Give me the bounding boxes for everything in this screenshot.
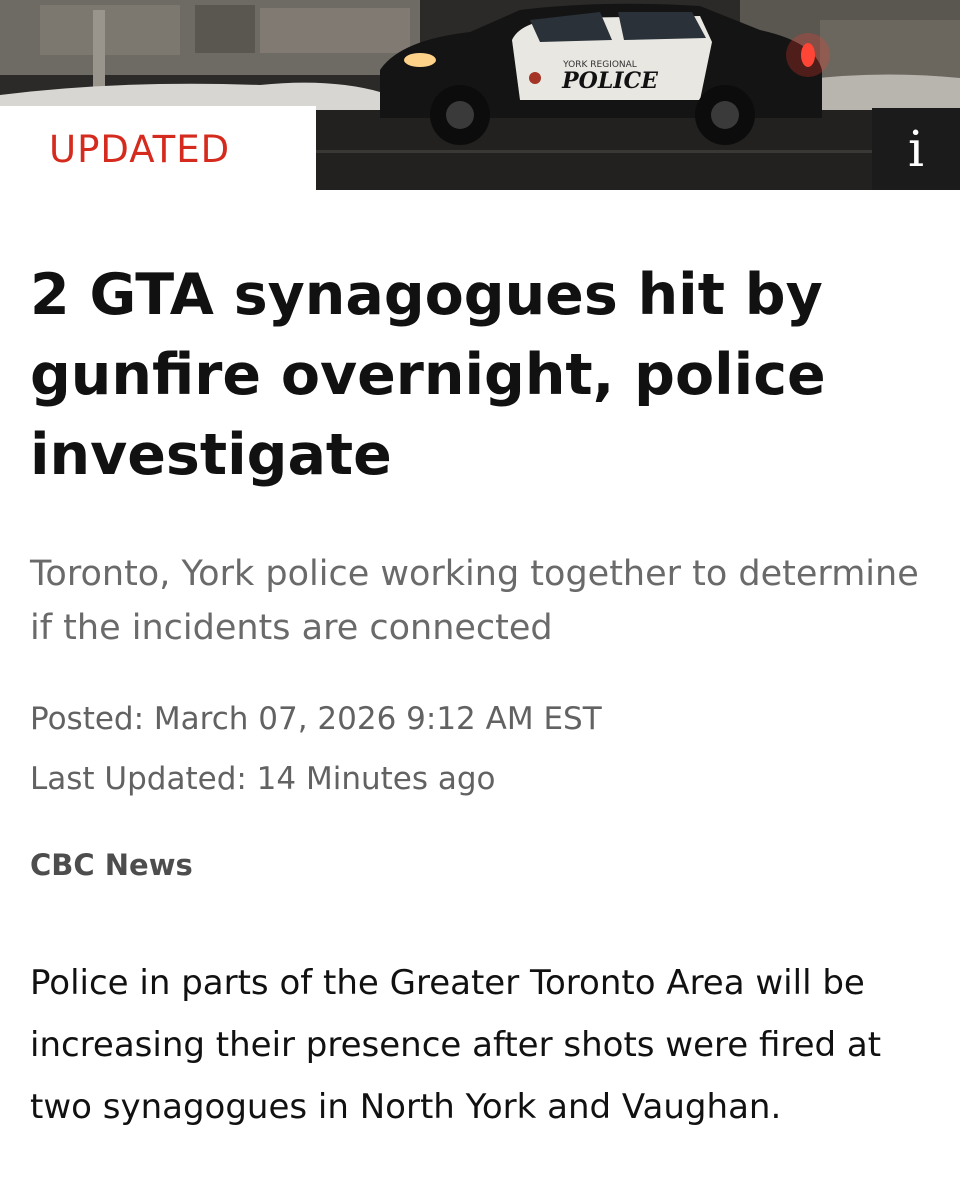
article-headline: 2 GTA synagogues hit by gunfire overnigh… — [30, 262, 826, 488]
posted-timestamp: Posted: March 07, 2026 9:12 AM EST — [30, 701, 602, 737]
hero-image: YORK REGIONAL POLICE UPDATED i — [0, 0, 960, 190]
last-updated-timestamp: Last Updated: 14 Minutes ago — [30, 761, 496, 797]
article-body-paragraph: Police in parts of the Greater Toronto A… — [30, 963, 882, 1127]
info-icon: i — [908, 120, 924, 178]
image-info-button[interactable]: i — [872, 108, 960, 190]
car-label-police: POLICE — [561, 68, 659, 94]
updated-badge: UPDATED — [49, 128, 231, 171]
article-source: CBC News — [30, 848, 193, 882]
article-deck: Toronto, York police working together to… — [30, 554, 919, 648]
